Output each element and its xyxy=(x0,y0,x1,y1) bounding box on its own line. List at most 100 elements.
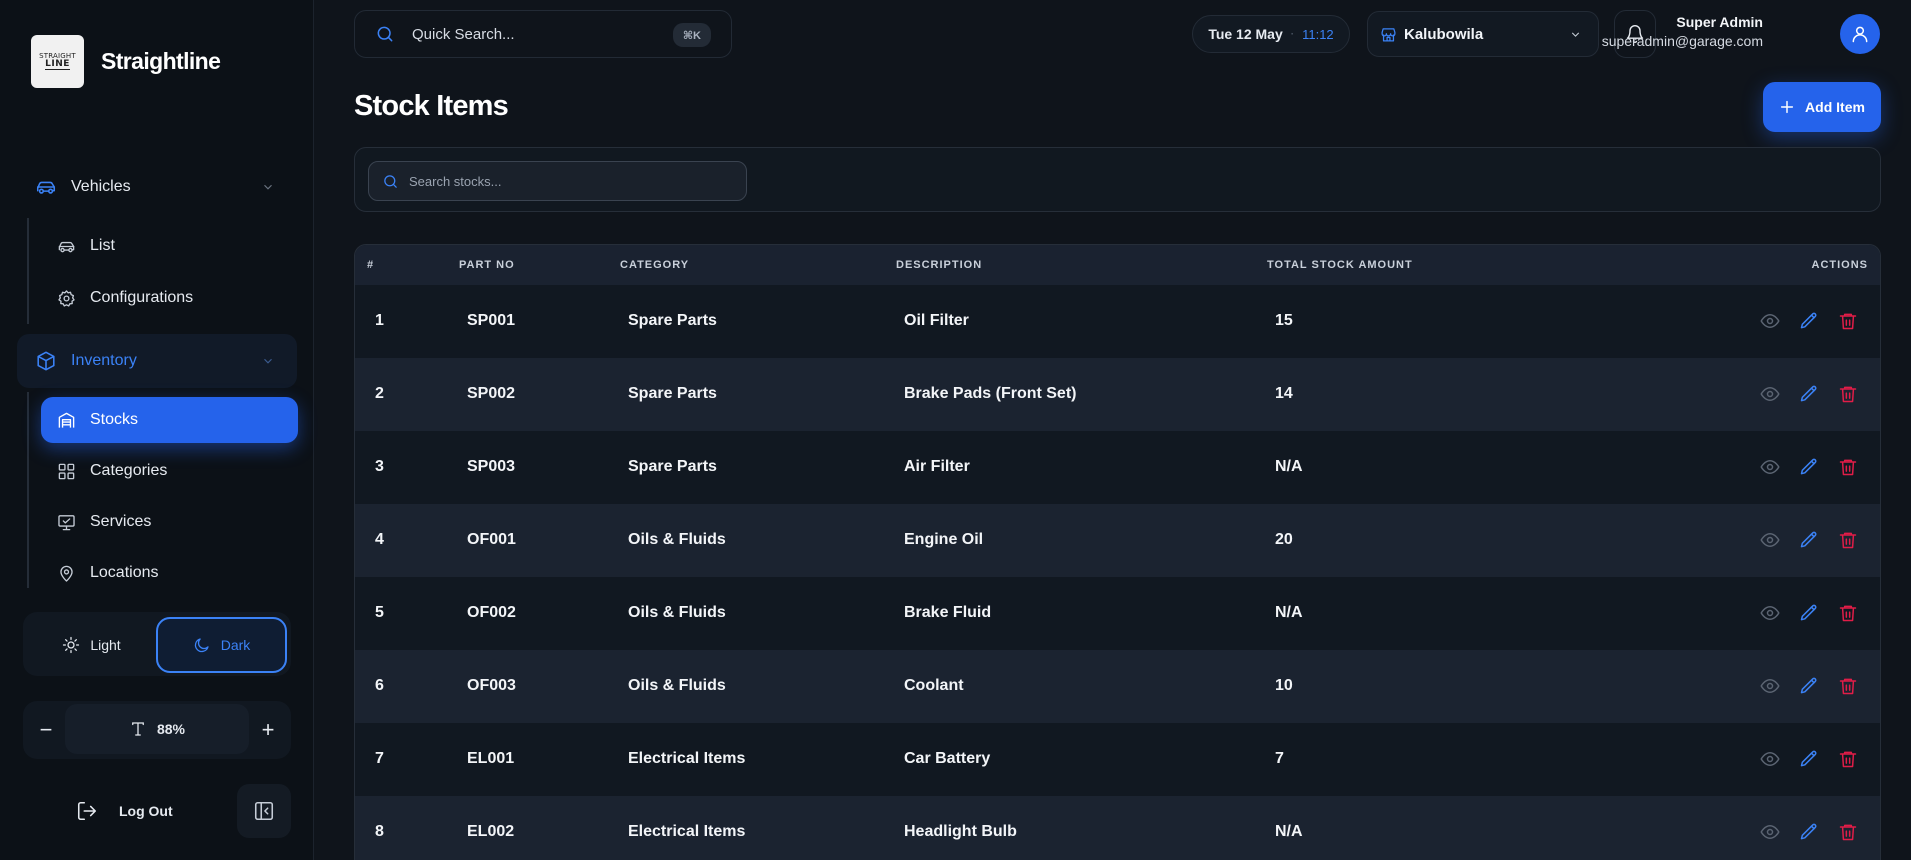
chevron-down-icon xyxy=(264,358,272,364)
cell-number: 4 xyxy=(375,531,384,548)
pencil-icon[interactable] xyxy=(1799,530,1819,550)
trash-icon[interactable] xyxy=(1838,457,1858,477)
column-header-part-no: PART NO xyxy=(459,259,515,271)
pencil-icon[interactable] xyxy=(1799,384,1819,404)
cell-number: 6 xyxy=(375,677,384,694)
search-icon xyxy=(384,174,397,188)
table-row[interactable]: 1 SP001 Spare Parts Oil Filter 15 xyxy=(355,285,1880,358)
plus-icon xyxy=(1780,100,1794,114)
view-icon[interactable] xyxy=(1760,822,1780,842)
stock-search-input[interactable] xyxy=(409,173,729,189)
brand[interactable]: STRAIGHT LINE Straightline xyxy=(31,35,221,88)
gear-icon xyxy=(58,289,75,307)
cell-description: Air Filter xyxy=(904,458,970,475)
table-row[interactable]: 8 EL002 Electrical Items Headlight Bulb N/A xyxy=(355,796,1880,860)
add-item-button[interactable]: Add Item xyxy=(1763,82,1881,132)
branch-select[interactable]: Kalubowila xyxy=(1367,11,1599,57)
cell-description: Coolant xyxy=(904,677,964,694)
view-icon[interactable] xyxy=(1760,676,1780,696)
table-row[interactable]: 3 SP003 Spare Parts Air Filter N/A xyxy=(355,431,1880,504)
sidebar-item-list[interactable]: List xyxy=(41,223,298,269)
cell-category: Spare Parts xyxy=(628,312,717,329)
sidebar: STRAIGHT LINE Straightline Vehicles List… xyxy=(0,0,314,860)
car-icon xyxy=(36,181,56,194)
sidebar-item-stocks[interactable]: Stocks xyxy=(41,397,298,443)
cell-number: 5 xyxy=(375,604,384,621)
cell-description: Oil Filter xyxy=(904,312,969,329)
trash-icon[interactable] xyxy=(1838,603,1858,623)
cube-icon xyxy=(37,351,55,371)
pencil-icon[interactable] xyxy=(1799,822,1819,842)
date-text: Tue 12 May xyxy=(1208,26,1283,42)
quick-search[interactable]: Quick Search... ⌘K xyxy=(354,10,732,58)
trash-icon[interactable] xyxy=(1838,676,1858,696)
view-icon[interactable] xyxy=(1760,384,1780,404)
theme-light-button[interactable]: Light xyxy=(26,617,157,673)
monitor-icon xyxy=(58,514,75,530)
chevron-down-icon xyxy=(1571,32,1580,37)
text-size-icon xyxy=(132,722,144,736)
cell-category: Spare Parts xyxy=(628,385,717,402)
nav-group-vehicles[interactable]: Vehicles xyxy=(17,160,297,214)
search-icon xyxy=(377,26,393,42)
table-row[interactable]: 7 EL001 Electrical Items Car Battery 7 xyxy=(355,723,1880,796)
cell-category: Oils & Fluids xyxy=(628,531,726,548)
trash-icon[interactable] xyxy=(1838,822,1858,842)
nav-group-label: Vehicles xyxy=(71,178,131,195)
sidebar-item-services[interactable]: Services xyxy=(41,499,298,545)
view-icon[interactable] xyxy=(1760,603,1780,623)
cell-total-stock: N/A xyxy=(1275,823,1303,840)
cell-part-no: EL001 xyxy=(467,750,515,767)
avatar[interactable] xyxy=(1840,14,1880,54)
pencil-icon[interactable] xyxy=(1799,749,1819,769)
cell-category: Oils & Fluids xyxy=(628,604,726,621)
trash-icon[interactable] xyxy=(1838,384,1858,404)
separator: · xyxy=(1290,28,1295,40)
sidebar-item-locations[interactable]: Locations xyxy=(41,550,298,596)
page-title: Stock Items xyxy=(354,90,509,122)
cell-description: Brake Pads (Front Set) xyxy=(904,385,1077,402)
user-info[interactable]: Super Admin superadmin@garage.com xyxy=(1602,14,1763,49)
theme-dark-button[interactable]: Dark xyxy=(156,617,287,673)
pencil-icon[interactable] xyxy=(1799,311,1819,331)
column-header-total-stock: TOTAL STOCK AMOUNT xyxy=(1267,259,1413,271)
cell-number: 8 xyxy=(375,823,384,840)
cell-total-stock: N/A xyxy=(1275,604,1303,621)
column-header-description: DESCRIPTION xyxy=(896,259,983,271)
sidebar-collapse-icon xyxy=(254,801,274,821)
view-icon[interactable] xyxy=(1760,749,1780,769)
pencil-icon[interactable] xyxy=(1799,603,1819,623)
cell-part-no: SP002 xyxy=(467,385,516,402)
view-icon[interactable] xyxy=(1760,530,1780,550)
view-icon[interactable] xyxy=(1760,311,1780,331)
table-row[interactable]: 6 OF003 Oils & Fluids Coolant 10 xyxy=(355,650,1880,723)
brand-name: Straightline xyxy=(101,48,221,74)
decrease-font-button[interactable]: − xyxy=(31,715,61,745)
trash-icon[interactable] xyxy=(1838,749,1858,769)
logout-button[interactable]: Log Out xyxy=(76,800,173,822)
stock-search[interactable] xyxy=(368,161,747,201)
user-icon xyxy=(1852,26,1868,43)
trash-icon[interactable] xyxy=(1838,311,1858,331)
sidebar-item-label: Services xyxy=(90,513,152,530)
table-row[interactable]: 5 OF002 Oils & Fluids Brake Fluid N/A xyxy=(355,577,1880,650)
filter-card xyxy=(354,147,1881,212)
cell-part-no: SP003 xyxy=(467,458,516,475)
trash-icon[interactable] xyxy=(1838,530,1858,550)
table-row[interactable]: 4 OF001 Oils & Fluids Engine Oil 20 xyxy=(355,504,1880,577)
view-icon[interactable] xyxy=(1760,457,1780,477)
pencil-icon[interactable] xyxy=(1799,676,1819,696)
cell-part-no: OF002 xyxy=(467,604,516,621)
table-row[interactable]: 2 SP002 Spare Parts Brake Pads (Front Set) 1… xyxy=(355,358,1880,431)
collapse-sidebar-button[interactable] xyxy=(237,784,291,838)
font-size-display: 88% xyxy=(65,704,249,754)
car-icon xyxy=(58,241,75,252)
nav-group-inventory[interactable]: Inventory xyxy=(17,334,297,388)
sidebar-item-categories[interactable]: Categories xyxy=(41,448,298,494)
increase-font-button[interactable]: + xyxy=(253,715,283,745)
tree-line xyxy=(27,392,29,588)
row-actions xyxy=(1741,311,1858,331)
sidebar-item-configurations[interactable]: Configurations xyxy=(41,275,298,321)
pencil-icon[interactable] xyxy=(1799,457,1819,477)
row-actions xyxy=(1741,749,1858,769)
